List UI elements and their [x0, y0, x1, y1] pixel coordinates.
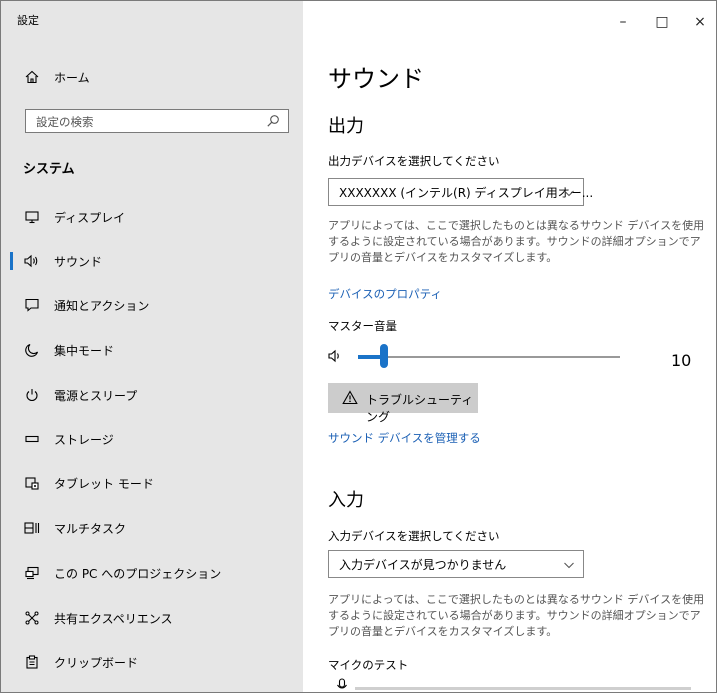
app-title: 設定: [17, 14, 39, 27]
output-heading: 出力: [328, 116, 364, 137]
sidebar-item-label: サウンド: [54, 254, 103, 269]
microphone-icon: [336, 677, 348, 692]
sidebar-item-focus[interactable]: 集中モード: [1, 330, 303, 370]
troubleshoot-label: トラブルシューティング: [366, 393, 474, 424]
home-icon: [23, 68, 41, 86]
output-device-select[interactable]: XXXXXXX (インテル(R) ディスプレイ用オー...: [328, 178, 593, 206]
manage-sound-devices-link[interactable]: サウンド デバイスを管理する: [328, 430, 481, 446]
projection-icon: [23, 564, 41, 582]
troubleshoot-button[interactable]: トラブルシューティング: [328, 383, 478, 424]
active-indicator: [10, 252, 13, 270]
storage-icon: [23, 430, 41, 448]
close-button[interactable]: ×: [677, 11, 716, 33]
speaker-icon[interactable]: [328, 348, 344, 367]
volume-value: 10: [671, 351, 692, 370]
volume-slider-track[interactable]: [358, 356, 620, 358]
sidebar-item-projection[interactable]: この PC へのプロジェクション: [1, 553, 303, 593]
sidebar-item-label: ホーム: [54, 70, 90, 85]
settings-window: 設定 ホーム 設定の検索 システム ディスプレイ サウンド 通知とアクション 集…: [0, 0, 717, 693]
sidebar-item-sound[interactable]: サウンド: [1, 241, 303, 281]
input-device-value: 入力デバイスが見つかりません: [339, 558, 507, 572]
sidebar-item-display[interactable]: ディスプレイ: [1, 197, 303, 237]
input-description: アプリによっては、ここで選択したものとは異なるサウンド デバイスを使用するように…: [328, 593, 705, 638]
device-properties-link[interactable]: デバイスのプロパティ: [328, 286, 442, 302]
sidebar-item-label: マルチタスク: [54, 521, 127, 536]
warning-icon: [342, 390, 358, 409]
output-device-value: XXXXXXX (インテル(R) ディスプレイ用オー...: [339, 186, 594, 200]
sidebar-item-tablet-mode[interactable]: タブレット モード: [1, 463, 303, 503]
mic-test-label: マイクのテスト: [328, 658, 409, 672]
power-icon: [23, 386, 41, 404]
sidebar-item-label: タブレット モード: [54, 476, 154, 491]
volume-slider-thumb[interactable]: [380, 344, 389, 368]
mic-level-bar: [355, 687, 691, 690]
clipboard-icon: [23, 653, 41, 671]
sidebar-item-label: ストレージ: [54, 432, 114, 447]
page-title: サウンド: [328, 65, 424, 93]
sidebar-item-label: ディスプレイ: [54, 210, 126, 225]
monitor-icon: [23, 208, 41, 226]
moon-icon: [23, 341, 41, 359]
output-device-label: 出力デバイスを選択してください: [328, 154, 500, 168]
main-content: – □ × サウンド 出力 出力デバイスを選択してください XXXXXXX (イ…: [303, 1, 716, 692]
sidebar-item-label: 集中モード: [54, 343, 115, 358]
search-icon: [266, 113, 280, 132]
sidebar-item-power[interactable]: 電源とスリープ: [1, 375, 303, 415]
shared-experience-icon: [23, 609, 41, 627]
sidebar-item-notifications[interactable]: 通知とアクション: [1, 285, 303, 325]
input-heading: 入力: [328, 490, 364, 511]
chevron-down-icon: [563, 556, 575, 575]
sidebar-item-clipboard[interactable]: クリップボード: [1, 642, 303, 682]
sidebar-item-label: 通知とアクション: [54, 298, 150, 313]
sidebar-item-storage[interactable]: ストレージ: [1, 419, 303, 459]
sidebar-item-label: 電源とスリープ: [54, 388, 138, 403]
search-placeholder: 設定の検索: [36, 115, 94, 129]
sidebar-item-label: この PC へのプロジェクション: [54, 566, 222, 581]
sidebar-item-shared-experiences[interactable]: 共有エクスペリエンス: [1, 598, 303, 638]
tablet-icon: [23, 474, 41, 492]
multitask-icon: [23, 519, 41, 537]
notification-icon: [23, 296, 41, 314]
sidebar-section-title: システム: [23, 162, 75, 177]
output-description: アプリによっては、ここで選択したものとは異なるサウンド デバイスを使用するように…: [328, 219, 705, 264]
sidebar-item-label: 共有エクスペリエンス: [54, 611, 173, 626]
search-input[interactable]: 設定の検索: [25, 109, 289, 133]
speaker-icon: [23, 252, 41, 270]
sidebar-item-label: クリップボード: [54, 655, 139, 670]
sidebar-item-home[interactable]: ホーム: [1, 57, 303, 97]
input-device-select[interactable]: 入力デバイスが見つかりません: [328, 550, 584, 578]
chevron-down-icon: [563, 184, 575, 203]
input-device-label: 入力デバイスを選択してください: [328, 529, 500, 543]
sidebar: 設定 ホーム 設定の検索 システム ディスプレイ サウンド 通知とアクション 集…: [1, 1, 303, 692]
sidebar-item-multitasking[interactable]: マルチタスク: [1, 508, 303, 548]
master-volume-label: マスター音量: [328, 319, 397, 333]
